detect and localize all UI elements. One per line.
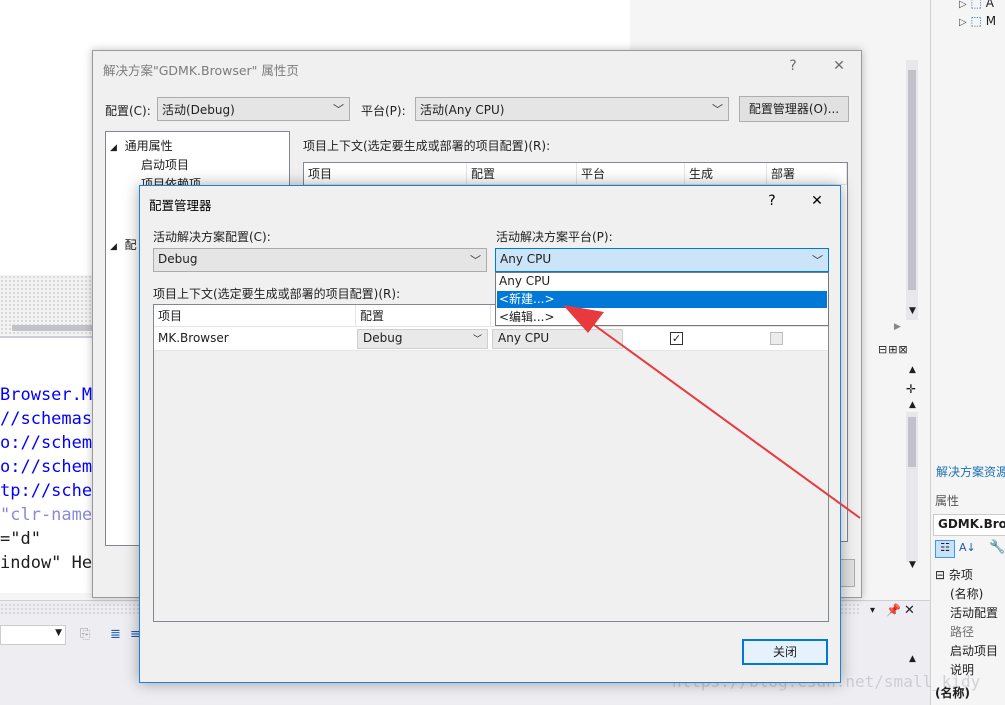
- arrow-shaft: [589, 321, 861, 519]
- annotation-arrow: [563, 305, 861, 519]
